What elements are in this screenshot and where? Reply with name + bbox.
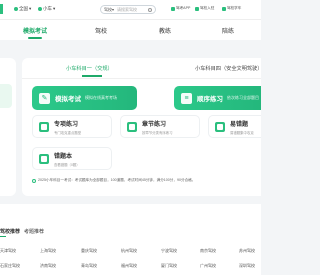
chapter-practice-subtitle: 按章节分类有序练习: [142, 130, 173, 135]
exam-notice: 2025小车科目一考试：考试题库为全部题目，100道题，考试时间45分钟，满分1…: [32, 178, 195, 183]
special-practice-button[interactable]: 专项练习 专门攻克重点题型: [32, 115, 112, 138]
chevron-down-icon: ▾: [112, 7, 115, 12]
practice-card: 小车科目一（交规） 小车科目四（安全文明驾驶） ✎ 模拟考试 模拟在线真考考场 …: [22, 58, 262, 196]
nav-item-mock-exam[interactable]: 模拟考试: [23, 26, 47, 35]
sequential-practice-subtitle: 依次练习全部题目: [227, 95, 259, 100]
app-link-label: 驾考APP: [176, 6, 191, 10]
search-category[interactable]: 驾校: [104, 7, 112, 13]
tab-divider: [22, 78, 261, 79]
info-icon: [32, 178, 36, 183]
city-link[interactable]: 广州驾校: [200, 263, 216, 269]
city-link[interactable]: 济南驾校: [40, 263, 56, 269]
warning-icon: [215, 121, 225, 132]
app-link-3[interactable]: 驾校学车: [222, 6, 241, 11]
mistake-book-title: 错题本: [54, 153, 73, 160]
nav-active-indicator: [28, 37, 42, 39]
city-link[interactable]: 南京驾校: [200, 248, 216, 254]
city-link[interactable]: 苏州驾校: [239, 248, 255, 254]
city-link[interactable]: 石家庄驾校: [0, 263, 20, 269]
main-nav: 模拟考试 驾校 教练 陪练: [0, 20, 261, 40]
app-link-1[interactable]: 驾考APP: [171, 6, 190, 11]
left-panel-highlight[interactable]: [0, 84, 12, 108]
mock-exam-subtitle: 模拟在线真考考场: [85, 95, 117, 100]
sequential-practice-title: 顺序练习: [197, 96, 223, 103]
nav-item-coach[interactable]: 教练: [159, 26, 171, 35]
city-link[interactable]: 青岛驾校: [81, 263, 97, 269]
vehicle-selector[interactable]: 小车 ▾: [38, 6, 55, 12]
city-selector[interactable]: 全国 ▾: [14, 6, 31, 12]
city-label: 全国: [19, 6, 28, 11]
nav-item-driving-school[interactable]: 驾校: [95, 26, 107, 35]
mistake-book-button[interactable]: 错题本 查看错题（0题）: [32, 147, 112, 170]
city-link[interactable]: 厦门驾校: [161, 263, 177, 269]
search-icon[interactable]: [148, 7, 152, 12]
mistake-book-subtitle: 查看错题（0题）: [54, 162, 80, 167]
city-link[interactable]: 福州驾校: [121, 263, 137, 269]
exam-notice-text: 2025小车科目一考试：考试题库为全部题目，100道题，考试时间45分钟，满分1…: [38, 178, 196, 182]
subject-tab-indicator: [82, 75, 102, 77]
tab-subject-four[interactable]: 小车科目四（安全文明驾驶）: [195, 65, 262, 72]
sequential-practice-button[interactable]: ≡ 顺序练习 依次练习全部题目: [174, 86, 261, 110]
list-icon: ≡: [181, 92, 192, 104]
chevron-down-icon: ▾: [53, 6, 56, 11]
city-link[interactable]: 重庆驾校: [81, 248, 97, 254]
city-link[interactable]: 天津驾校: [0, 248, 16, 254]
left-panel: [0, 58, 16, 196]
tab-subject-one[interactable]: 小车科目一（交规）: [66, 65, 113, 72]
links-tab-indicator: [0, 236, 6, 237]
special-practice-title: 专项练习: [54, 121, 79, 128]
notebook-icon: [39, 153, 49, 164]
mock-exam-title: 模拟考试: [55, 96, 81, 103]
tab-question-links[interactable]: 考题推荐: [24, 228, 44, 235]
city-link[interactable]: 上海驾校: [40, 248, 56, 254]
special-practice-subtitle: 专门攻克重点题型: [54, 130, 82, 135]
tab-school-links[interactable]: 驾校推荐: [0, 228, 20, 235]
target-icon: [39, 121, 49, 132]
links-section: 驾校推荐 考题推荐 天津驾校 上海驾校 重庆驾校 杭州驾校 宁波驾校 南京驾校 …: [0, 204, 261, 275]
logo: [0, 4, 3, 14]
building-icon: [195, 6, 199, 11]
top-bar: 全国 ▾ 小车 ▾ 驾校 ▾ 请搜索驾校 驾考APP 驾校入驻 驾校学车: [0, 0, 261, 20]
nav-item-sparring[interactable]: 陪练: [222, 26, 234, 35]
chevron-down-icon: ▾: [29, 6, 32, 11]
app-link-label: 驾校学车: [227, 6, 242, 10]
mock-exam-button[interactable]: ✎ 模拟考试 模拟在线真考考场: [32, 86, 137, 110]
exam-icon: ✎: [39, 92, 50, 104]
error-prone-subtitle: 易错题集中攻克: [230, 130, 254, 135]
search-input[interactable]: 请搜索驾校: [117, 7, 137, 13]
steering-icon: [222, 6, 226, 11]
error-prone-button[interactable]: 易错题 易错题集中攻克: [208, 115, 261, 138]
vehicle-label: 小车: [43, 6, 52, 11]
car-icon: [38, 7, 42, 11]
error-prone-title: 易错题: [230, 121, 249, 128]
app-link-2[interactable]: 驾校入驻: [195, 6, 214, 11]
mobile-icon: [171, 6, 175, 11]
app-link-label: 驾校入驻: [200, 6, 215, 10]
chapter-practice-button[interactable]: 章节练习 按章节分类有序练习: [120, 115, 200, 138]
city-link[interactable]: 深圳驾校: [239, 263, 255, 269]
city-link[interactable]: 杭州驾校: [121, 248, 137, 254]
chapter-practice-title: 章节练习: [142, 121, 167, 128]
location-icon: [14, 7, 18, 11]
search-box[interactable]: 驾校 ▾ 请搜索驾校: [100, 5, 156, 14]
chapter-icon: [127, 121, 137, 132]
city-link[interactable]: 宁波驾校: [161, 248, 177, 254]
